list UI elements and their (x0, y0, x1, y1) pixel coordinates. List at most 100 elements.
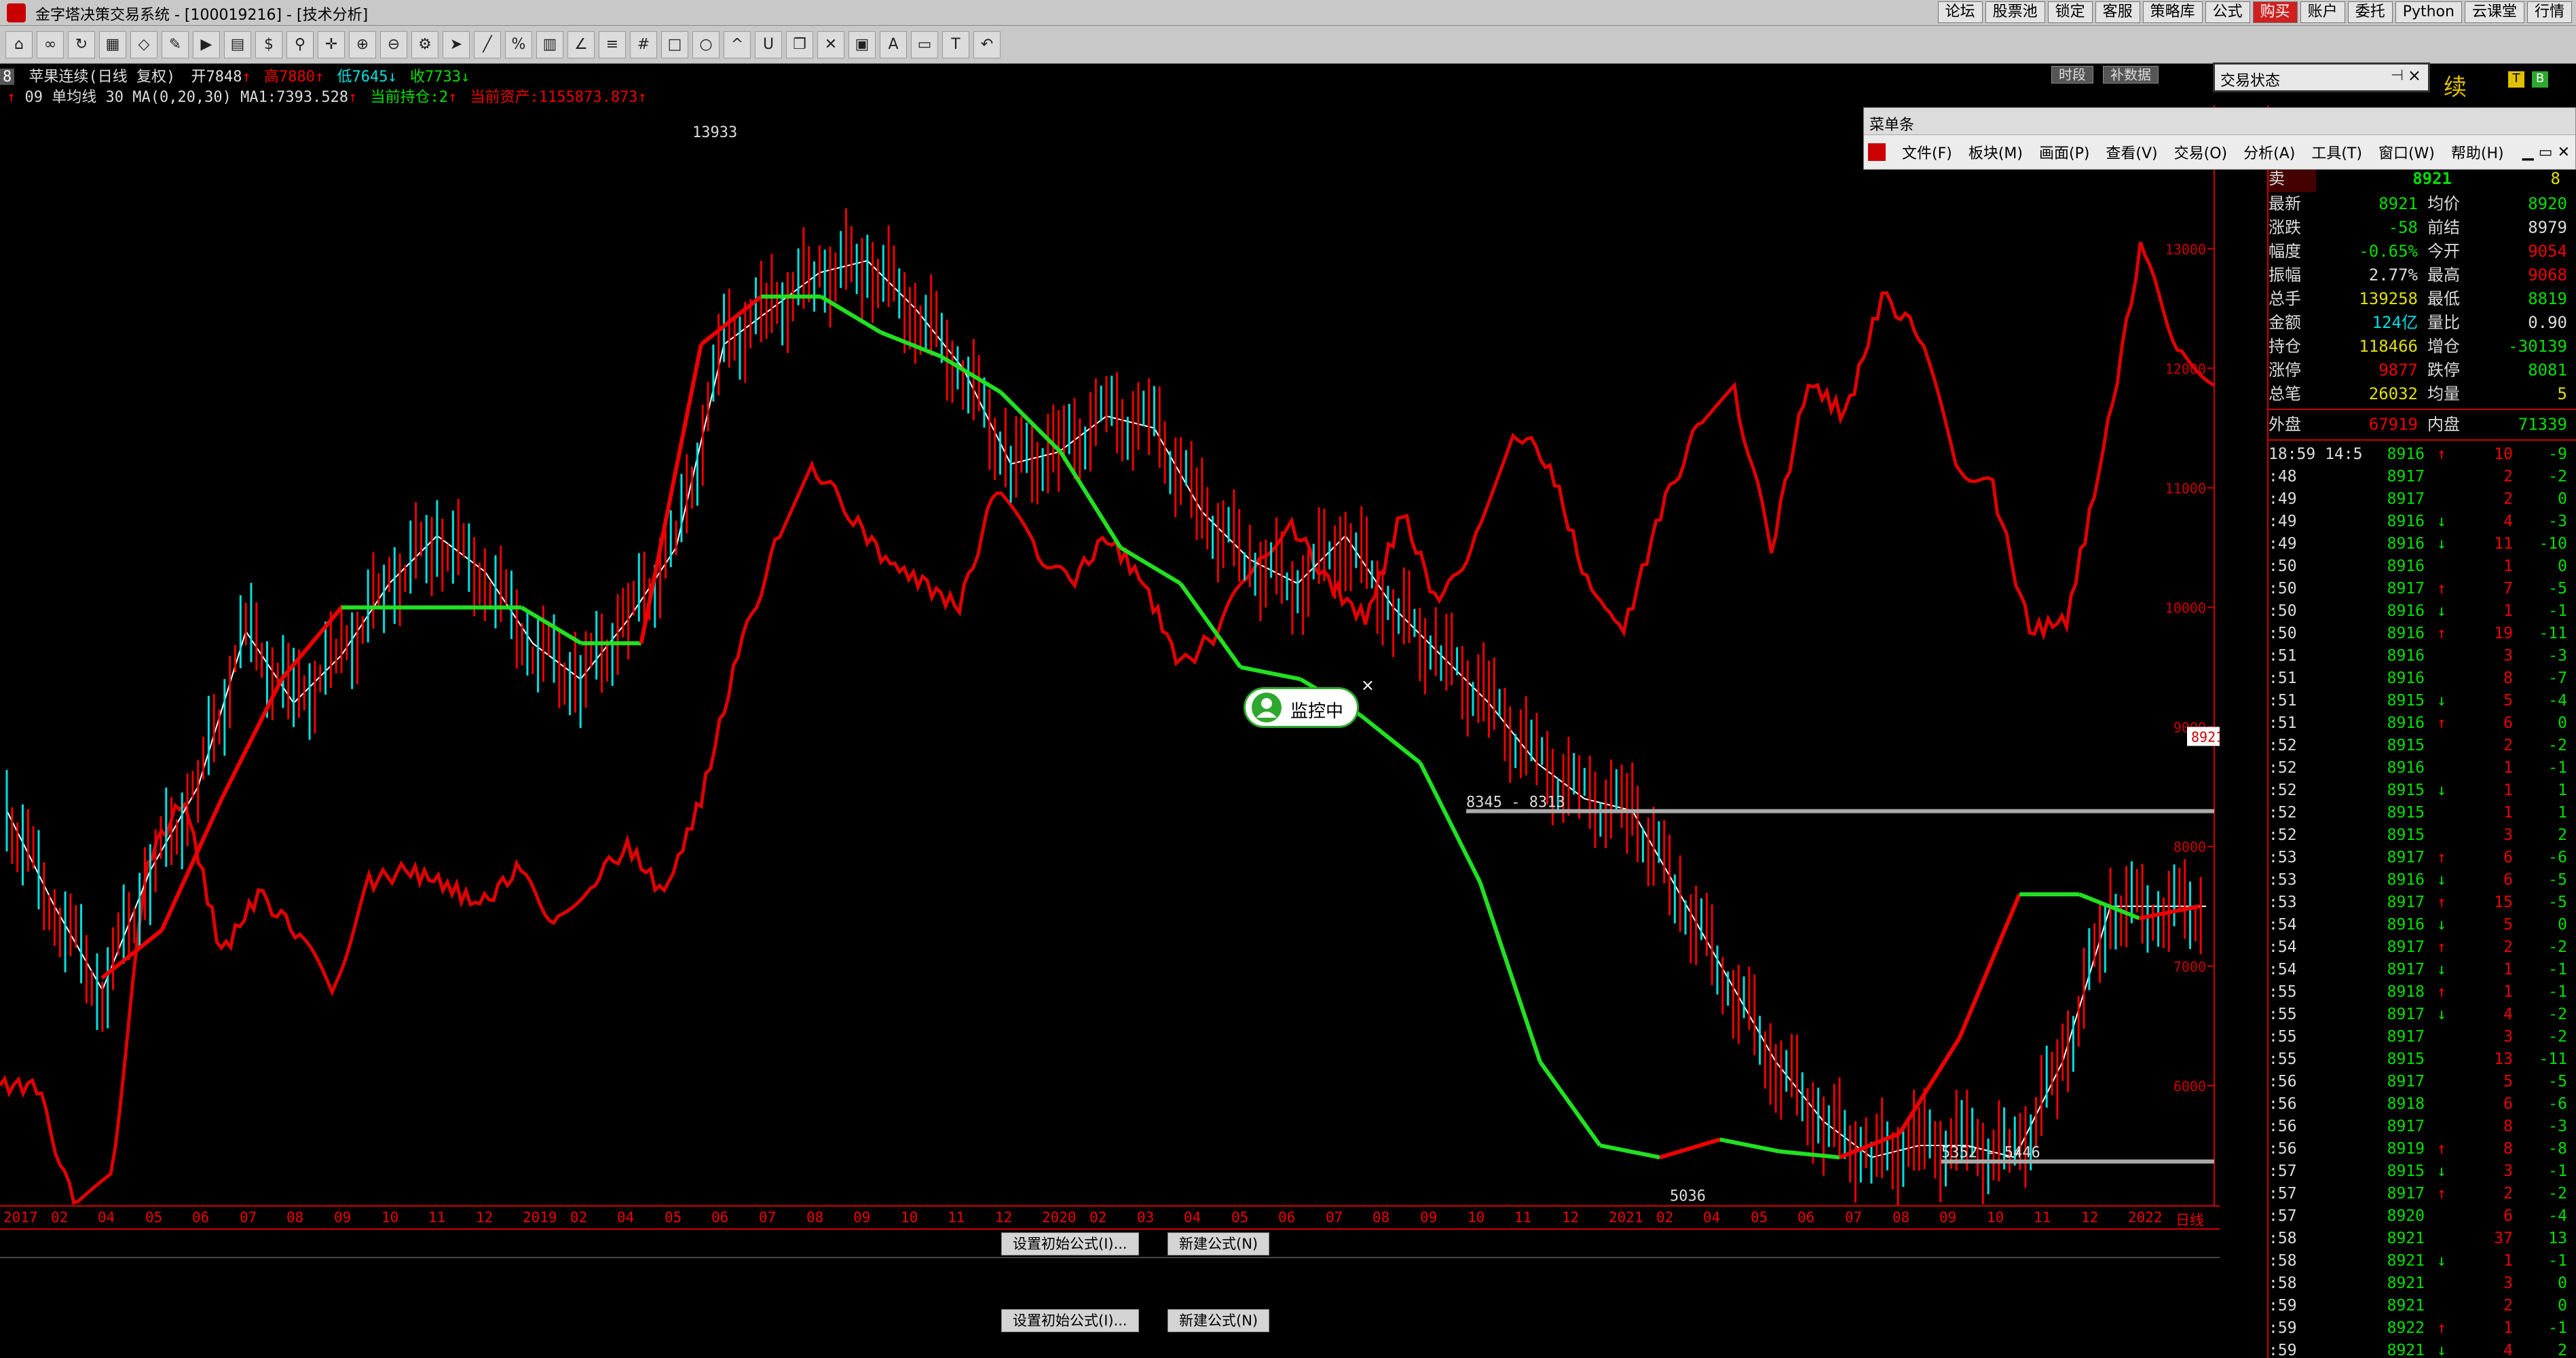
titlebar-button-6[interactable]: 购买 (2252, 1, 2298, 23)
crosshair-icon[interactable]: ✛ (318, 31, 345, 58)
price-tick-label: 8000 (2173, 839, 2206, 856)
tick-row: :53 8917 ↑ 15 -5 (2269, 892, 2576, 914)
dollar-icon[interactable]: $ (255, 31, 282, 58)
menu-item-8[interactable]: 帮助(H) (2451, 141, 2504, 163)
set-initial-formula-button[interactable]: 设置初始公式(I)... (1001, 1232, 1139, 1255)
quote-panel: 卖 8921 8 最新 8921 均价 8920 涨跌 -58 前结 8979 幅度 -0.65%… (2267, 105, 2576, 1358)
percent-icon[interactable]: % (505, 31, 532, 58)
grid-icon[interactable]: ▦ (99, 31, 126, 58)
titlebar-button-9[interactable]: Python (2395, 1, 2462, 23)
kline-chart[interactable]: 1300012000110001000090008000700060001393… (0, 105, 2220, 1205)
tick-change: -3 (2548, 1118, 2567, 1135)
menu-item-5[interactable]: 分析(A) (2243, 141, 2295, 163)
hash-icon[interactable]: # (630, 31, 657, 58)
tick-volume: 7 (2503, 580, 2513, 598)
tilt-icon[interactable]: ∠ (567, 31, 595, 58)
pin-icon[interactable]: ⊣ (2391, 67, 2404, 84)
rect-icon[interactable]: □ (661, 31, 688, 58)
titlebar-button-4[interactable]: 策略库 (2142, 1, 2203, 23)
tick-price: 8916 (2387, 625, 2425, 642)
new-formula-button[interactable]: 新建公式(N) (1168, 1232, 1270, 1255)
x-tick-label: 05 (1751, 1209, 1768, 1226)
tick-price: 8915 (2387, 826, 2425, 844)
zoom-out-icon[interactable]: ⊖ (380, 31, 407, 58)
link-icon[interactable]: ∞ (37, 31, 64, 58)
quote-label: 均价 (2427, 194, 2460, 213)
menu-item-3[interactable]: 查看(V) (2106, 141, 2157, 163)
pencil-icon[interactable]: ✎ (162, 31, 189, 58)
titlebar-button-11[interactable]: 行情 (2526, 1, 2572, 23)
back-icon[interactable]: ↶ (973, 31, 1001, 58)
tab-fill-data[interactable]: 补数据 (2103, 66, 2159, 84)
circle-icon[interactable]: ○ (692, 31, 720, 58)
lock-icon[interactable]: ▣ (848, 31, 876, 58)
close-icon[interactable]: × (2408, 66, 2421, 85)
menu-item-7[interactable]: 窗口(W) (2378, 141, 2435, 163)
titlebar-button-7[interactable]: 账户 (2300, 1, 2345, 23)
refresh-icon[interactable]: ↻ (68, 31, 95, 58)
window-title: 金字塔决策交易系统 - [100019216] - [技术分析] (35, 7, 369, 24)
t-icon[interactable]: T (2508, 71, 2524, 88)
tick-change: 0 (2558, 916, 2567, 934)
filter-icon[interactable]: ⚲ (286, 31, 314, 58)
copy-icon[interactable]: ❐ (786, 31, 813, 58)
tab-session[interactable]: 时段 (2051, 66, 2093, 84)
outer-value: 67919 (2368, 415, 2418, 434)
app-menu-icon[interactable] (1868, 143, 1886, 161)
menu-item-2[interactable]: 画面(P) (2039, 141, 2089, 163)
titlebar-button-2[interactable]: 锁定 (2047, 1, 2093, 23)
tick-volume: 1 (2503, 782, 2513, 799)
settings-icon[interactable]: ⚙ (411, 31, 438, 58)
grid2-icon[interactable]: ▥ (536, 31, 563, 58)
box-icon[interactable]: ▭ (911, 31, 938, 58)
x-tick-label: 09 (1939, 1209, 1957, 1226)
tick-volume: 4 (2503, 1006, 2513, 1023)
tick-time: :51 (2269, 647, 2297, 665)
tick-time: :56 (2269, 1073, 2297, 1090)
window-controls[interactable]: ▁ ▭ ✕ (2522, 144, 2570, 161)
tick-change: -9 (2548, 445, 2567, 463)
quote-label: 均量 (2427, 384, 2460, 403)
trade-status-window[interactable]: 交易状态 ⊣ × (2213, 62, 2430, 92)
b-icon[interactable]: B (2532, 71, 2548, 88)
new-formula-button-2[interactable]: 新建公式(N) (1168, 1309, 1270, 1332)
menu-bar-window[interactable]: 菜单条 文件(F) 板块(M) 画面(P) 查看(V) 交易(O) 分析(A) 工具(T) 窗… (1863, 107, 2576, 170)
tick-volume: 1 (2503, 804, 2513, 822)
play-icon[interactable]: ▶ (193, 31, 220, 58)
tick-list[interactable]: 18:59 14:59 8916 ↑ 10 -9:48 8917 2 -2:49 8917 2 0:… (2269, 443, 2576, 1358)
tick-price: 8917 (2387, 1185, 2425, 1203)
menu-item-1[interactable]: 板块(M) (1968, 141, 2023, 163)
close-icon[interactable]: × (1361, 676, 1375, 695)
home-icon[interactable]: ⌂ (5, 31, 33, 58)
magnet-icon[interactable]: U (755, 31, 782, 58)
tick-change: -5 (2548, 580, 2567, 598)
titlebar-button-8[interactable]: 委托 (2347, 1, 2393, 23)
trash-icon[interactable]: ✕ (817, 31, 844, 58)
assets-text: 当前资产:1155873.873 (470, 89, 638, 106)
bars-icon[interactable]: ≡ (599, 31, 626, 58)
menu-item-0[interactable]: 文件(F) (1902, 141, 1952, 163)
zoom-in-icon[interactable]: ⊕ (349, 31, 376, 58)
text-icon[interactable]: T (942, 31, 969, 58)
monitor-badge[interactable]: 监控中 × (1244, 676, 1375, 728)
tick-direction: ↓ (2437, 513, 2446, 530)
tick-time: :50 (2269, 625, 2297, 642)
titlebar-button-3[interactable]: 客服 (2095, 1, 2140, 23)
cursor-icon[interactable]: ➤ (443, 31, 470, 58)
titlebar-button-1[interactable]: 股票池 (1985, 1, 2045, 23)
set-initial-formula-button-2[interactable]: 设置初始公式(I)... (1001, 1309, 1139, 1332)
tick-time: :52 (2269, 759, 2297, 777)
line-icon[interactable]: ╱ (474, 31, 501, 58)
menu-item-4[interactable]: 交易(O) (2174, 141, 2227, 163)
titlebar-button-0[interactable]: 论坛 (1937, 1, 1983, 23)
menu-item-6[interactable]: 工具(T) (2311, 141, 2362, 163)
textA-icon[interactable]: A (880, 31, 907, 58)
tick-time: :59 (2269, 1297, 2297, 1315)
tick-row: :51 8916 8 -7 (2269, 667, 2576, 690)
titlebar-button-5[interactable]: 公式 (2205, 1, 2250, 23)
doc-icon[interactable]: ▤ (224, 31, 251, 58)
titlebar-button-10[interactable]: 云课堂 (2464, 1, 2524, 23)
diamond-icon[interactable]: ◇ (130, 31, 157, 58)
angle-icon[interactable]: ^ (724, 31, 751, 58)
tick-volume: 1 (2503, 983, 2513, 1001)
